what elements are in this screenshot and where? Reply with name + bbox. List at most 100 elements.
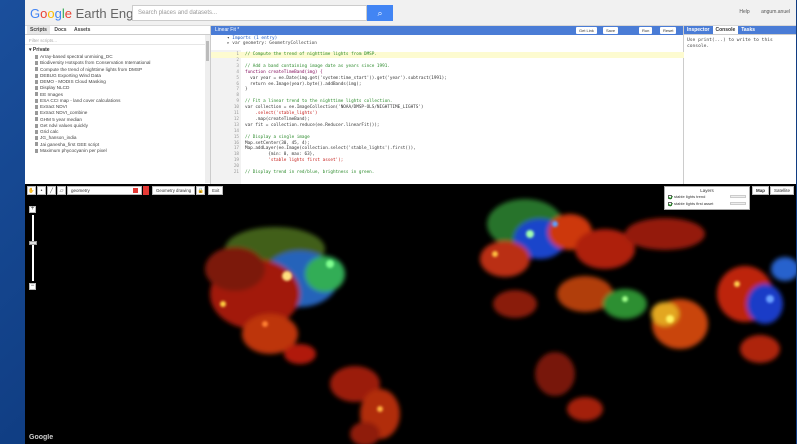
script-name: Array-based spectral unmixing_DC <box>40 54 113 59</box>
polygon-icon: ▱ <box>59 188 64 194</box>
search-input[interactable]: Search places and datasets... <box>132 5 367 21</box>
file-icon <box>35 54 38 59</box>
exit-button[interactable]: Exit <box>208 186 224 195</box>
layers-panel: Layers stable lights trend stable lights… <box>664 186 750 210</box>
point-tool-button[interactable]: • <box>37 186 46 195</box>
script-name: Grid calc <box>40 129 59 134</box>
tab-docs[interactable]: Docs <box>51 26 69 34</box>
script-name: DEBUG Exporting Wind Data <box>40 72 101 78</box>
code-area[interactable]: 1// Compute the trend of nighttime light… <box>211 50 684 184</box>
lock-icon: 🔒 <box>197 188 204 194</box>
script-name: Maximum phycocyanin per pixel <box>40 147 107 153</box>
zoom-slider-handle[interactable] <box>28 241 37 245</box>
script-name: JG_hanson_india <box>40 135 77 141</box>
polygon-tool-button[interactable]: ▱ <box>57 186 66 195</box>
file-icon <box>35 61 38 66</box>
geometry-delete-button[interactable] <box>143 186 149 195</box>
right-tabs: Inspector Console Tasks <box>684 26 796 35</box>
filter-scripts-input[interactable]: Filter scripts... <box>25 35 210 45</box>
script-name: Extract NDVI <box>40 104 68 109</box>
layer-row[interactable]: stable lights first asset <box>665 200 749 207</box>
geometry-drawing-button[interactable]: Geometry drawing <box>152 186 196 195</box>
left-tabs: Scripts Docs Assets <box>25 26 210 35</box>
geometry-layer-chip[interactable]: geometry <box>67 186 142 195</box>
run-button[interactable]: Run <box>639 27 653 34</box>
help-menu[interactable]: Help <box>739 9 749 15</box>
scrollbar-thumb[interactable] <box>206 41 209 61</box>
line-tool-button[interactable]: ╱ <box>47 186 56 195</box>
file-icon <box>35 67 38 72</box>
imports-section[interactable]: ▾ Imports (1 entry) ▸ var geometry: Geom… <box>211 35 683 50</box>
tab-scripts[interactable]: Scripts <box>27 26 50 34</box>
zoom-out-button[interactable]: − <box>29 283 36 290</box>
script-name: GHM 5 year median <box>40 116 82 122</box>
lock-button[interactable]: 🔒 <box>196 186 206 195</box>
map-view[interactable]: ✋ • ╱ ▱ geometry Geometry drawing 🔒 Exit… <box>25 184 796 444</box>
tab-tasks[interactable]: Tasks <box>738 26 758 34</box>
layer-checkbox[interactable] <box>668 201 672 206</box>
code-line[interactable]: 21 // Display trend in red/blue, brightne… <box>211 170 684 176</box>
tab-inspector[interactable]: Inspector <box>684 26 713 34</box>
script-item[interactable]: Maximum phycocyanin per pixel <box>25 148 210 154</box>
marker-icon: • <box>40 188 43 194</box>
console-panel: Inspector Console Tasks Use print(...) to … <box>684 26 796 184</box>
layer-name: stable lights trend <box>674 194 706 199</box>
logo-letter: e <box>64 6 72 21</box>
earth-engine-app: Google Earth Engine Search places and da… <box>25 0 796 444</box>
code-text: // Display trend in red/blue, brightness… <box>245 170 375 175</box>
console-output: Use print(...) to write to this console. <box>687 38 773 49</box>
folder-label: Private <box>32 47 50 53</box>
line-number: 21 <box>233 170 239 175</box>
scripts-scrollbar[interactable] <box>205 35 210 183</box>
script-name: Get ndvi values quickly <box>40 122 88 128</box>
file-icon <box>35 86 38 91</box>
zoom-in-button[interactable]: + <box>29 206 36 213</box>
logo-letter: o <box>47 6 55 21</box>
script-name: ESA CCI map - land cover calculations <box>40 97 121 103</box>
map-type-map-button[interactable]: Map <box>751 186 769 195</box>
file-icon <box>35 117 38 122</box>
hand-tool-button[interactable]: ✋ <box>27 186 36 195</box>
tab-console[interactable]: Console <box>712 26 739 34</box>
script-name: Jai ganesha_first GEE script <box>40 141 100 147</box>
code-editor: Linear Fit * Get Link Save Run Reset ▾ I… <box>211 26 684 184</box>
file-icon <box>35 123 38 128</box>
logo-letter: G <box>30 6 41 21</box>
geometry-color-swatch[interactable] <box>133 188 138 193</box>
search-icon: ⌕ <box>377 8 383 18</box>
file-icon <box>35 136 38 141</box>
zoom-slider[interactable] <box>28 215 37 281</box>
tab-assets[interactable]: Assets <box>71 26 93 34</box>
script-name: DEMO - MODIS Cloud Masking <box>40 79 106 84</box>
google-watermark: Google <box>29 434 54 441</box>
reset-button[interactable]: Reset <box>660 27 677 34</box>
import-var-label: var geometry: GeometryCollection <box>232 41 317 46</box>
opacity-slider[interactable] <box>730 202 746 205</box>
file-icon <box>35 104 38 109</box>
file-icon <box>35 142 38 147</box>
user-menu[interactable]: angum.anuel <box>761 9 790 15</box>
file-icon <box>35 148 38 153</box>
script-name: Extract NDVI_combine <box>40 110 88 116</box>
script-list: Array-based spectral unmixing_DC Biodive… <box>25 54 210 154</box>
import-entry[interactable]: ▸ var geometry: GeometryCollection <box>227 41 683 46</box>
layer-row[interactable]: stable lights trend <box>665 193 749 200</box>
editor-header: Linear Fit * Get Link Save Run Reset <box>211 26 683 35</box>
file-icon <box>35 92 38 97</box>
layer-name: stable lights first asset <box>674 201 714 206</box>
file-icon <box>35 111 38 116</box>
map-type-control: Map Satellite <box>751 186 794 195</box>
script-name: EE Images <box>40 91 63 97</box>
file-icon <box>35 73 38 78</box>
map-toolbar: ✋ • ╱ ▱ geometry Geometry drawing 🔒 Exit <box>27 186 224 195</box>
get-link-button[interactable]: Get Link <box>576 27 597 34</box>
scripts-panel: Scripts Docs Assets Filter scripts... ▾ … <box>25 26 211 184</box>
script-title[interactable]: Linear Fit * <box>215 27 239 33</box>
map-type-satellite-button[interactable]: Satellite <box>769 186 794 195</box>
private-folder[interactable]: ▾ Private <box>25 45 210 54</box>
opacity-slider[interactable] <box>730 195 746 198</box>
file-icon <box>35 98 38 103</box>
save-button[interactable]: Save <box>603 27 619 34</box>
search-button[interactable]: ⌕ <box>367 5 393 21</box>
layer-checkbox[interactable] <box>668 194 672 199</box>
